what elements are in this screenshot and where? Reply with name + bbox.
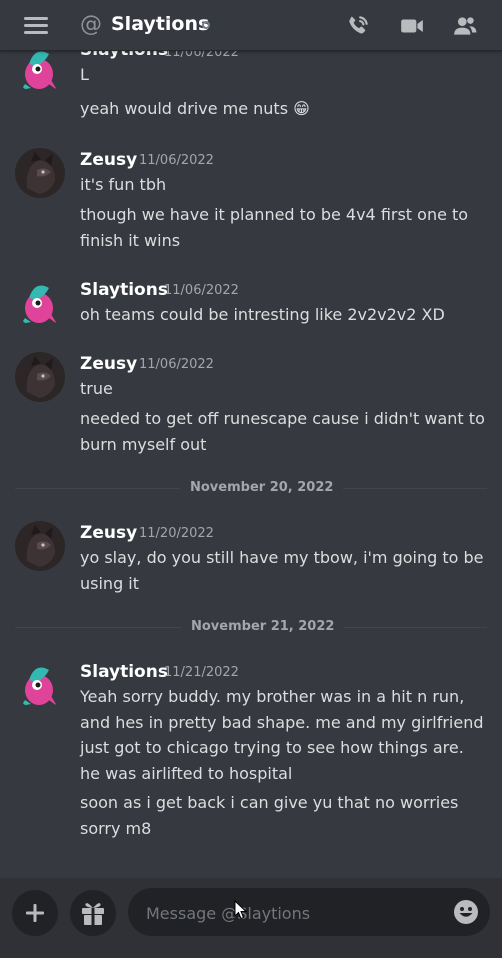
dark-wolf-avatar-icon	[15, 521, 65, 571]
message-text: soon as i get back i can give yu that no…	[80, 793, 459, 838]
channel-title[interactable]: Slaytions	[111, 13, 209, 35]
message-input[interactable]	[144, 900, 438, 926]
avatar[interactable]	[15, 352, 65, 402]
message-composer	[0, 878, 502, 958]
message-author[interactable]: Slaytions	[80, 280, 168, 300]
pink-creature-avatar-icon	[15, 660, 65, 710]
message-author[interactable]: Zeusy	[80, 523, 137, 543]
avatar[interactable]	[15, 44, 65, 94]
gift-button[interactable]	[70, 890, 116, 936]
add-attachment-button[interactable]	[12, 890, 58, 936]
pink-creature-avatar-icon	[15, 44, 65, 94]
dark-wolf-avatar-icon	[15, 148, 65, 198]
message-text: needed to get off runescape cause i didn…	[80, 409, 485, 454]
avatar[interactable]	[15, 660, 65, 710]
emoji-icon[interactable]	[453, 899, 479, 925]
message-timestamp: 11/06/2022	[139, 153, 214, 168]
date-divider-label: November 21, 2022	[181, 619, 345, 634]
message-text: Yeah sorry buddy. my brother was in a hi…	[80, 687, 484, 783]
video-call-icon[interactable]	[399, 13, 425, 39]
avatar[interactable]	[15, 278, 65, 328]
message-text: oh teams could be intresting like 2v2v2v…	[80, 305, 445, 324]
avatar[interactable]	[15, 148, 65, 198]
message-author[interactable]: Slaytions	[80, 662, 168, 682]
message-text: yo slay, do you still have my tbow, i'm …	[80, 548, 484, 593]
mouse-cursor-icon	[234, 900, 248, 920]
message-text: L	[80, 65, 89, 84]
message-text: it's fun tbh	[80, 175, 167, 194]
message-text: true	[80, 379, 113, 398]
message-timestamp: 11/06/2022	[164, 283, 239, 298]
dark-wolf-avatar-icon	[15, 352, 65, 402]
members-icon[interactable]	[452, 13, 478, 39]
channel-header: @ Slaytions	[0, 0, 502, 51]
phone-call-icon[interactable]	[345, 13, 371, 39]
message-timestamp: 11/06/2022	[139, 357, 214, 372]
plus-icon	[26, 904, 44, 922]
message-timestamp: 11/21/2022	[164, 665, 239, 680]
message-list[interactable]: Slaytions 11/06/2022 L yeah would drive …	[0, 0, 502, 878]
hamburger-icon[interactable]	[24, 17, 48, 35]
message-text: yeah would drive me nuts 😁	[80, 99, 310, 118]
message-timestamp: 11/20/2022	[139, 526, 214, 541]
at-icon: @	[80, 12, 102, 37]
message-author[interactable]: Zeusy	[80, 354, 137, 374]
avatar[interactable]	[15, 521, 65, 571]
message-input-container	[128, 888, 490, 936]
gift-icon	[82, 903, 104, 925]
status-offline-dot	[202, 21, 210, 29]
message-text: though we have it planned to be 4v4 firs…	[80, 205, 469, 250]
pink-creature-avatar-icon	[15, 278, 65, 328]
date-divider-label: November 20, 2022	[180, 480, 344, 495]
message-author[interactable]: Zeusy	[80, 150, 137, 170]
